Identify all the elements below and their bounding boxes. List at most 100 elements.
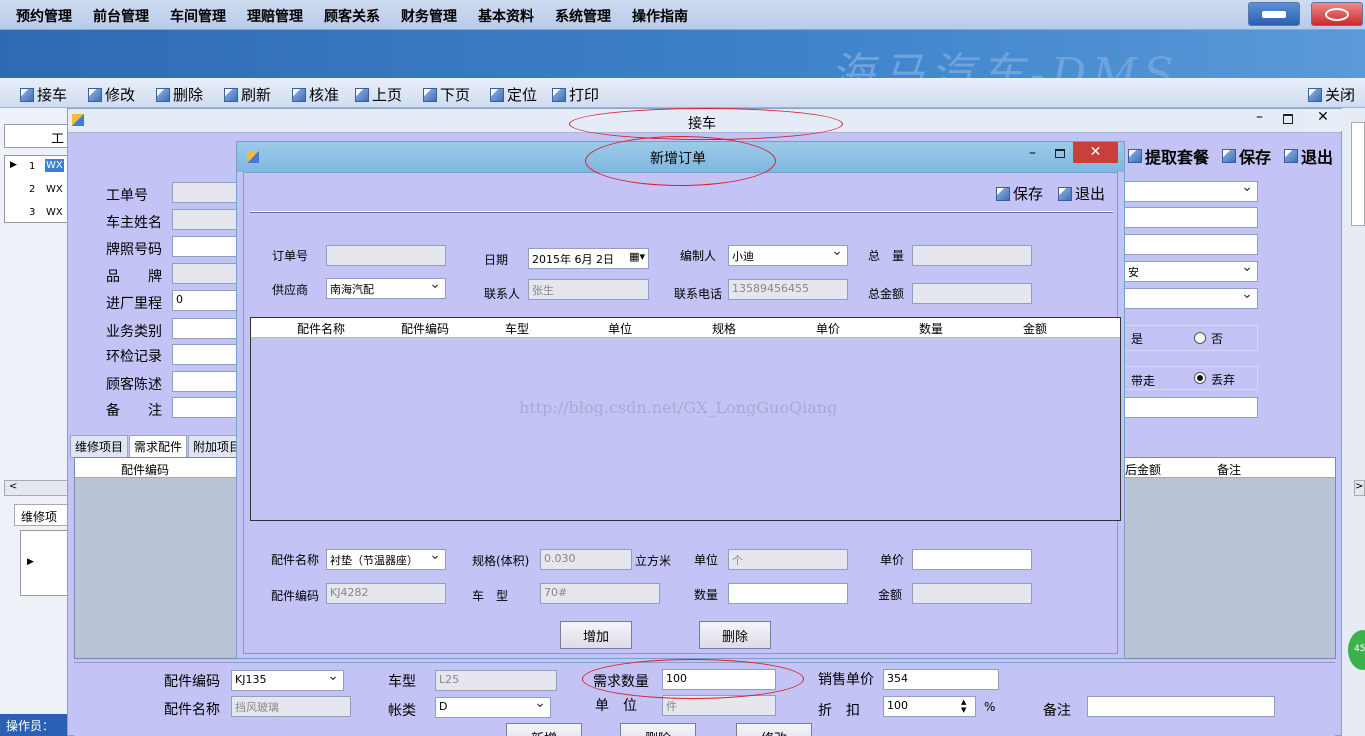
- part-name-combo[interactable]: 衬垫（节温器座）: [326, 549, 446, 570]
- close-app-button[interactable]: [1311, 2, 1363, 26]
- dialog-save-button[interactable]: 保存: [996, 183, 1043, 204]
- prev-page-button[interactable]: 上页: [355, 84, 402, 105]
- bottom-unit-field[interactable]: 件: [662, 695, 776, 716]
- receive-car-title: 接车: [688, 116, 716, 132]
- account-combo[interactable]: D: [435, 697, 551, 718]
- spinner-arrows-icon[interactable]: ▲ ▼: [961, 698, 966, 714]
- calendar-dropdown-icon[interactable]: ▦▾: [629, 250, 645, 263]
- save-button[interactable]: 保存: [1222, 144, 1271, 168]
- brand-field[interactable]: [172, 263, 238, 284]
- bottom-part-name-field[interactable]: 挡风玻璃: [231, 696, 351, 717]
- plate-number-field[interactable]: [172, 236, 238, 257]
- bottom-remark-field[interactable]: [1087, 696, 1275, 717]
- price-label: 单价: [880, 553, 905, 567]
- bottom-edit-button[interactable]: 修改: [736, 723, 812, 736]
- radio-group-2: 带走 丢弃: [1124, 366, 1258, 390]
- inspection-field[interactable]: [172, 344, 238, 365]
- radio-discard[interactable]: [1194, 372, 1206, 384]
- sale-price-field[interactable]: 354: [883, 669, 999, 690]
- menu-bar: 预约管理 前台管理 车间管理 理赔管理 顾客关系 财务管理 基本资料 系统管理 …: [0, 0, 1365, 30]
- maker-combo[interactable]: 小迪: [728, 245, 848, 266]
- new-order-title: 新增订单: [650, 151, 706, 167]
- left-tab[interactable]: 维修项: [14, 504, 68, 526]
- right-scroll-arrow[interactable]: >: [1354, 480, 1365, 496]
- right-field-2[interactable]: [1124, 207, 1258, 228]
- phone-field[interactable]: 13589456455: [728, 279, 848, 300]
- spec-unit-label: 立方米: [635, 554, 672, 568]
- right-remark-field[interactable]: [1124, 397, 1258, 418]
- approve-button[interactable]: 核准: [292, 84, 339, 105]
- dialog-exit-button[interactable]: 退出: [1058, 183, 1105, 204]
- demand-qty-field[interactable]: 100: [662, 669, 776, 690]
- locate-button[interactable]: 定位: [490, 84, 537, 105]
- menu-item-claims[interactable]: 理赔管理: [247, 6, 303, 26]
- label-remark: 备 注: [106, 403, 162, 419]
- order-items-grid[interactable]: 配件名称 配件编码 车型 单位 规格 单价 数量 金额: [250, 317, 1121, 521]
- print-button[interactable]: 打印: [552, 84, 599, 105]
- mileage-field[interactable]: 0: [172, 290, 238, 311]
- right-field-3[interactable]: [1124, 234, 1258, 255]
- menu-item-basic-data[interactable]: 基本资料: [478, 6, 534, 26]
- unit-field[interactable]: 个: [728, 549, 848, 570]
- business-type-field[interactable]: [172, 318, 238, 339]
- minimize-icon[interactable]: –: [1256, 109, 1263, 125]
- extract-package-button[interactable]: 提取套餐: [1128, 144, 1209, 168]
- close-dialog-icon[interactable]: ✕: [1073, 142, 1118, 163]
- owner-name-field[interactable]: [172, 209, 238, 230]
- contact-field[interactable]: 张生: [528, 279, 649, 300]
- date-picker[interactable]: 2015年 6月 2日 ▦▾: [528, 248, 649, 269]
- right-combo-4[interactable]: 安: [1124, 261, 1258, 282]
- delete-item-button[interactable]: 删除: [699, 621, 771, 649]
- menu-item-guide[interactable]: 操作指南: [632, 6, 688, 26]
- left-grid[interactable]: ▶ 1 WX 2 WX 3 WX: [4, 155, 68, 223]
- menu-item-reservation[interactable]: 预约管理: [16, 6, 72, 26]
- price-field[interactable]: [912, 549, 1032, 570]
- bottom-part-code-combo[interactable]: KJ135: [231, 670, 344, 691]
- menu-item-customer[interactable]: 顾客关系: [324, 6, 380, 26]
- tab-required-parts[interactable]: 需求配件: [129, 435, 188, 458]
- customer-statement-field[interactable]: [172, 371, 238, 392]
- tab-repair-items[interactable]: 维修项目: [70, 435, 129, 458]
- car-type-label: 车 型: [472, 589, 509, 603]
- total-qty-field[interactable]: [912, 245, 1032, 266]
- qty-field[interactable]: [728, 583, 848, 604]
- car-type-field[interactable]: 70#: [540, 583, 660, 604]
- part-code-field[interactable]: KJ4282: [326, 583, 446, 604]
- right-combo-5[interactable]: [1124, 288, 1258, 309]
- amount-field[interactable]: [912, 583, 1032, 604]
- spec-field[interactable]: 0.030: [540, 549, 632, 570]
- minimize-app-button[interactable]: [1248, 2, 1300, 26]
- close-button[interactable]: 关闭: [1308, 84, 1355, 105]
- radio-no[interactable]: [1194, 332, 1206, 344]
- maximize-icon[interactable]: [1283, 114, 1293, 124]
- add-button[interactable]: 增加: [560, 621, 632, 649]
- close-window-icon[interactable]: ✕: [1304, 109, 1342, 131]
- left-scroll-arrow[interactable]: <: [4, 480, 68, 496]
- delete-button[interactable]: 删除: [156, 84, 203, 105]
- edit-button[interactable]: 修改: [88, 84, 135, 105]
- order-no-field[interactable]: [326, 245, 446, 266]
- remark-field[interactable]: [172, 397, 238, 418]
- minimize-icon[interactable]: –: [1029, 145, 1036, 161]
- left-sub-grid[interactable]: ▶: [20, 530, 68, 596]
- floating-badge[interactable]: 45: [1348, 630, 1365, 670]
- supplier-combo[interactable]: 南海汽配: [326, 278, 446, 299]
- menu-item-system[interactable]: 系统管理: [555, 6, 611, 26]
- receive-car-button[interactable]: 接车: [20, 84, 67, 105]
- bottom-delete-button[interactable]: 删除: [620, 723, 696, 736]
- next-page-button[interactable]: 下页: [423, 84, 470, 105]
- menu-item-front[interactable]: 前台管理: [93, 6, 149, 26]
- order-no-label: 订单号: [272, 249, 309, 263]
- right-combo-1[interactable]: [1124, 181, 1258, 202]
- menu-item-finance[interactable]: 财务管理: [401, 6, 457, 26]
- exit-button[interactable]: 退出: [1284, 144, 1333, 168]
- work-order-field[interactable]: [172, 182, 238, 203]
- bottom-car-type-field[interactable]: L25: [435, 670, 557, 691]
- bottom-car-type-label: 车型: [388, 674, 416, 690]
- maximize-icon[interactable]: [1055, 149, 1065, 158]
- menu-item-workshop[interactable]: 车间管理: [170, 6, 226, 26]
- save-icon: [1222, 149, 1236, 163]
- bottom-add-button[interactable]: 新增: [506, 723, 582, 736]
- refresh-button[interactable]: 刷新: [224, 84, 271, 105]
- total-amount-field[interactable]: [912, 283, 1032, 304]
